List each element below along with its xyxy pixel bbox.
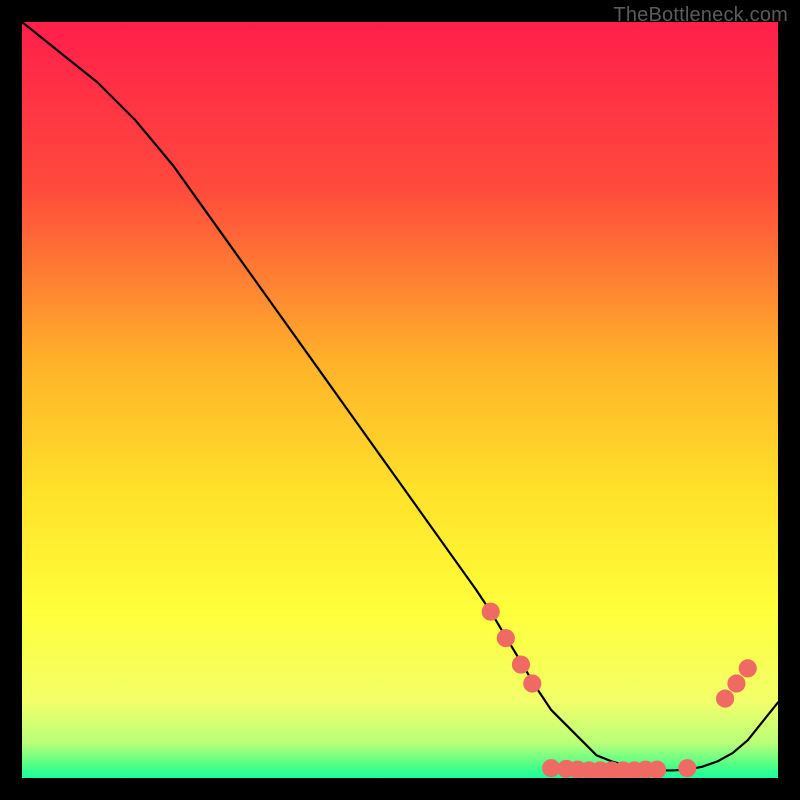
marker-dot bbox=[739, 659, 757, 677]
chart-svg bbox=[22, 22, 778, 778]
chart-frame: TheBottleneck.com bbox=[0, 0, 800, 800]
marker-dot bbox=[678, 759, 696, 777]
marker-dot bbox=[512, 656, 530, 674]
marker-dot bbox=[716, 690, 734, 708]
marker-dot bbox=[523, 674, 541, 692]
plot-area bbox=[22, 22, 778, 778]
watermark: TheBottleneck.com bbox=[613, 4, 788, 27]
marker-dot bbox=[727, 674, 745, 692]
marker-dot bbox=[497, 629, 515, 647]
gradient-background bbox=[22, 22, 778, 778]
marker-dot bbox=[648, 761, 666, 778]
marker-dot bbox=[482, 603, 500, 621]
